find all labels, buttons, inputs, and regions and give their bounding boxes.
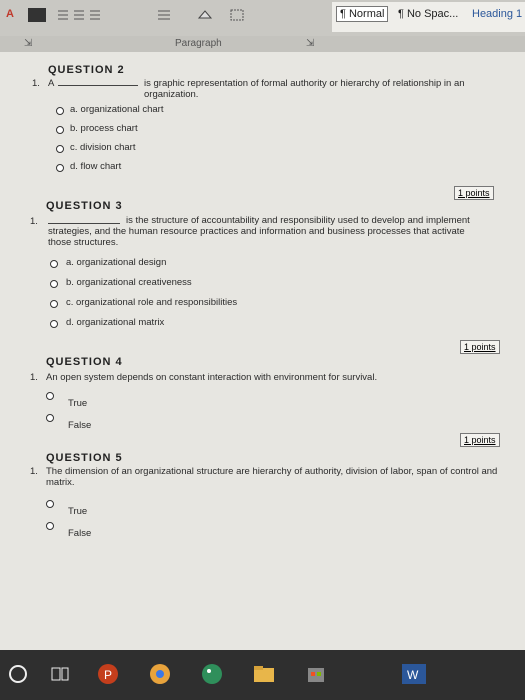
option-label: b. process chart bbox=[70, 123, 138, 134]
paint-icon[interactable] bbox=[200, 662, 224, 686]
radio-button[interactable] bbox=[56, 107, 64, 115]
points-text: 1 points bbox=[458, 188, 490, 198]
task-view-icon[interactable] bbox=[48, 662, 72, 686]
option-label: a. organizational chart bbox=[70, 104, 164, 115]
radio-button[interactable] bbox=[56, 126, 64, 134]
style-heading-1[interactable]: Heading 1 bbox=[472, 8, 522, 20]
question-2-text: is graphic representation of formal auth… bbox=[144, 78, 465, 100]
style-no-spacing[interactable]: ¶ No Spac... bbox=[398, 8, 458, 20]
radio-button[interactable] bbox=[46, 414, 54, 422]
svg-text:P: P bbox=[104, 668, 112, 682]
points-badge: 1 points bbox=[460, 433, 500, 447]
option-label: True bbox=[68, 506, 88, 517]
shading-icon[interactable] bbox=[196, 8, 216, 22]
radio-button[interactable] bbox=[46, 392, 54, 400]
question-number: 1. bbox=[30, 216, 38, 227]
question-number: 1. bbox=[32, 78, 40, 89]
ribbon: A ¶ Normal ¶ No Spac... Heading 1 bbox=[0, 0, 525, 37]
font-dialog-launcher-icon[interactable]: ⇲ bbox=[24, 38, 32, 49]
question-3-heading: QUESTION 3 bbox=[46, 200, 123, 212]
option-label: d. organizational matrix bbox=[66, 317, 165, 328]
answer-blank bbox=[58, 85, 138, 86]
radio-button[interactable] bbox=[50, 320, 58, 328]
question-3-text: is the structure of accountability and r… bbox=[48, 215, 470, 248]
option-label: c. division chart bbox=[70, 142, 136, 153]
radio-button[interactable] bbox=[50, 260, 58, 268]
borders-icon[interactable] bbox=[228, 8, 248, 22]
radio-button[interactable] bbox=[46, 500, 54, 508]
option-label: b. organizational creativeness bbox=[66, 277, 192, 288]
highlight-icon[interactable] bbox=[28, 8, 46, 22]
question-number: 1. bbox=[30, 466, 38, 477]
radio-button[interactable] bbox=[56, 145, 64, 153]
paragraph-group-label: Paragraph bbox=[175, 38, 222, 49]
radio-button[interactable] bbox=[50, 280, 58, 288]
powerpoint-icon[interactable]: P bbox=[96, 662, 120, 686]
styles-gallery: ¶ Normal ¶ No Spac... Heading 1 bbox=[332, 2, 525, 32]
radio-button[interactable] bbox=[50, 300, 58, 308]
style-normal[interactable]: ¶ Normal bbox=[336, 6, 389, 22]
points-text: 1 points bbox=[464, 342, 496, 352]
question-4-heading: QUESTION 4 bbox=[46, 356, 123, 368]
question-5-text: The dimension of an organizational struc… bbox=[46, 466, 498, 488]
points-badge: 1 points bbox=[460, 340, 500, 354]
question-prefix: A bbox=[48, 78, 55, 89]
option-label: False bbox=[68, 420, 92, 431]
points-badge: 1 points bbox=[454, 186, 494, 200]
option-label: c. organizational role and responsibilit… bbox=[66, 297, 238, 308]
question-number: 1. bbox=[30, 372, 38, 383]
font-color-button[interactable]: A bbox=[6, 8, 14, 22]
ribbon-group-bar: ⇲ Paragraph ⇲ bbox=[0, 36, 525, 52]
alignment-icons[interactable] bbox=[56, 8, 116, 22]
store-icon[interactable] bbox=[304, 662, 328, 686]
question-4-text: An open system depends on constant inter… bbox=[46, 372, 378, 383]
radio-button[interactable] bbox=[46, 522, 54, 530]
chrome-icon[interactable] bbox=[148, 662, 172, 686]
option-label: d. flow chart bbox=[70, 161, 122, 172]
option-label: False bbox=[68, 528, 92, 539]
points-text: 1 points bbox=[464, 435, 496, 445]
paragraph-dialog-launcher-icon[interactable]: ⇲ bbox=[306, 38, 314, 49]
file-explorer-icon[interactable] bbox=[252, 662, 276, 686]
cortana-icon[interactable] bbox=[6, 662, 30, 686]
document-page: QUESTION 2 1. A is graphic representatio… bbox=[0, 52, 525, 650]
radio-button[interactable] bbox=[56, 164, 64, 172]
word-icon[interactable]: W bbox=[400, 662, 426, 686]
option-label: a. organizational design bbox=[66, 257, 167, 268]
question-2-heading: QUESTION 2 bbox=[48, 64, 125, 76]
svg-text:W: W bbox=[407, 668, 419, 682]
taskbar: P W bbox=[0, 650, 525, 700]
option-label: True bbox=[68, 398, 88, 409]
question-5-heading: QUESTION 5 bbox=[46, 452, 123, 464]
line-spacing-icon[interactable] bbox=[150, 8, 178, 22]
